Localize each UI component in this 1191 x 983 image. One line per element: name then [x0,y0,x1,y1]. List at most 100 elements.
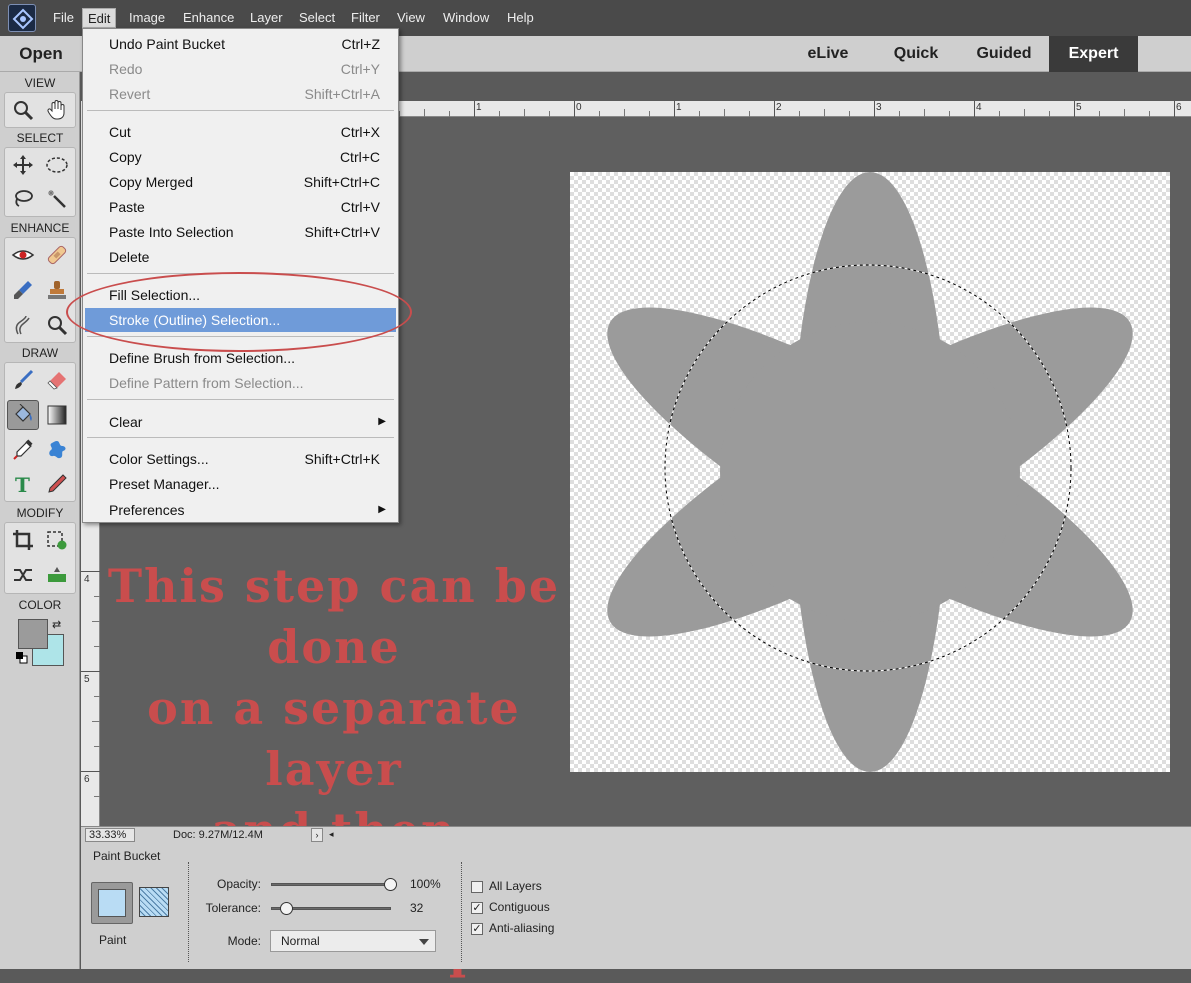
checkmark-icon[interactable]: ✓ [471,901,483,914]
tolerance-label: Tolerance: [205,901,261,915]
lasso-tool-icon[interactable] [7,184,39,214]
menu-image[interactable]: Image [124,8,170,28]
ruler-label: 1 [476,102,482,113]
swap-colors-icon[interactable]: ⇄ [52,618,61,631]
menu-item-paste-into-selection[interactable]: Paste Into Selection Shift+Ctrl+V [85,220,396,244]
status-bar: 33.33% Doc: 9.27M/12.4M › ◂ [81,826,1191,842]
menu-layer[interactable]: Layer [245,8,288,28]
status-menu-arrow-icon[interactable]: › [311,828,323,842]
move-tool-icon[interactable] [7,150,39,180]
mode-label: Mode: [227,934,261,948]
menu-item-undo[interactable]: Undo Paint Bucket Ctrl+Z [85,32,396,56]
modify-tools [4,522,76,594]
menu-item-cut[interactable]: Cut Ctrl+X [85,120,396,144]
all-layers-checkbox[interactable]: All Layers [471,879,542,893]
opacity-slider-track[interactable] [271,883,391,886]
ruler-label: 4 [976,102,982,113]
menu-edit[interactable]: Edit [82,8,117,28]
zoom-tool-icon[interactable] [7,95,39,125]
elliptical-marquee-icon[interactable] [41,150,73,180]
section-select: SELECT [16,131,64,145]
menu-view[interactable]: View [392,8,430,28]
tab-expert[interactable]: Expert [1049,36,1138,72]
ruler-label: 4 [84,574,90,585]
chevron-down-icon [419,939,429,945]
tolerance-value: 32 [410,901,424,915]
zoom-field[interactable]: 33.33% [85,828,135,842]
healing-brush-icon[interactable] [41,240,73,270]
content-aware-move-icon[interactable] [7,560,39,590]
opacity-slider-thumb[interactable] [384,878,397,891]
open-button[interactable]: Open [0,36,82,72]
scroll-left-arrow-icon[interactable]: ◂ [329,829,334,840]
magic-wand-icon[interactable] [41,184,73,214]
default-colors-icon[interactable] [16,652,28,664]
menu-window[interactable]: Window [438,8,494,28]
section-color: COLOR [18,598,62,612]
submenu-arrow-icon: ▶ [378,504,386,515]
checkbox-box[interactable] [471,880,483,893]
type-tool-icon[interactable]: T [7,469,39,499]
hand-tool-icon[interactable] [41,95,73,125]
ruler-label: 3 [876,102,882,113]
tolerance-slider-thumb[interactable] [279,902,293,915]
eyedropper-icon[interactable] [7,435,39,465]
clone-stamp-icon[interactable] [41,275,73,305]
recompose-tool-icon[interactable] [41,525,73,555]
contiguous-checkbox[interactable]: ✓ Contiguous [471,900,550,914]
menu-separator [87,399,394,400]
menu-select[interactable]: Select [294,8,340,28]
eraser-tool-icon[interactable] [41,365,73,395]
menu-item-copy-merged[interactable]: Copy Merged Shift+Ctrl+C [85,170,396,194]
submenu-arrow-icon: ▶ [378,416,386,427]
photoshop-elements-icon[interactable] [8,4,36,32]
document-canvas[interactable] [570,172,1170,772]
tab-quick[interactable]: Quick [878,36,954,72]
tool-options-bar: Paint Bucket Paint Opacity: 100% Toleran… [81,842,1191,969]
menu-item-color-settings[interactable]: Color Settings... Shift+Ctrl+K [85,447,396,471]
menu-item-paste[interactable]: Paste Ctrl+V [85,195,396,219]
anti-aliasing-checkbox[interactable]: ✓ Anti-aliasing [471,921,554,935]
paint-mode-button[interactable] [91,882,133,924]
checkmark-icon[interactable]: ✓ [471,922,483,935]
callout-ellipse [66,272,412,352]
view-tools [4,92,76,128]
straighten-tool-icon[interactable] [41,560,73,590]
menu-item-clear[interactable]: Clear ▶ [85,410,396,434]
menu-item-define-pattern[interactable]: Define Pattern from Selection... [85,371,396,395]
custom-shape-icon[interactable] [41,435,73,465]
section-enhance: ENHANCE [10,221,70,235]
tab-guided[interactable]: Guided [964,36,1044,72]
blur-tool-icon[interactable] [7,310,39,340]
pattern-mode-button[interactable] [139,887,169,917]
section-draw: DRAW [21,346,59,360]
menu-enhance[interactable]: Enhance [178,8,239,28]
menu-item-delete[interactable]: Delete [85,245,396,269]
red-eye-icon[interactable] [7,240,39,270]
tab-elive[interactable]: eLive [790,36,866,72]
menu-item-preset-manager[interactable]: Preset Manager... [85,472,396,496]
menu-item-redo[interactable]: Redo Ctrl+Y [85,57,396,81]
section-view: VIEW [24,76,56,90]
smart-brush-icon[interactable] [7,275,39,305]
draw-tools: T [4,362,76,502]
menu-file[interactable]: File [48,8,79,28]
menu-filter[interactable]: Filter [346,8,385,28]
menu-item-preferences[interactable]: Preferences ▶ [85,498,396,522]
menu-help[interactable]: Help [502,8,539,28]
brush-tool-icon[interactable] [7,365,39,395]
select-tools [4,147,76,217]
enhance-tools [4,237,76,343]
ruler-label: 0 [576,102,582,113]
ruler-label: 2 [776,102,782,113]
pencil-tool-icon[interactable] [41,469,73,499]
gradient-tool-icon[interactable] [41,400,73,430]
menu-item-copy[interactable]: Copy Ctrl+C [85,145,396,169]
doc-size-info: Doc: 9.27M/12.4M [173,829,263,841]
foreground-color-swatch[interactable] [18,619,48,649]
menu-item-revert[interactable]: Revert Shift+Ctrl+A [85,82,396,106]
paint-bucket-icon[interactable] [7,400,39,430]
crop-tool-icon[interactable] [7,525,39,555]
svg-text:T: T [15,473,30,495]
blend-mode-select[interactable]: Normal [270,930,436,952]
